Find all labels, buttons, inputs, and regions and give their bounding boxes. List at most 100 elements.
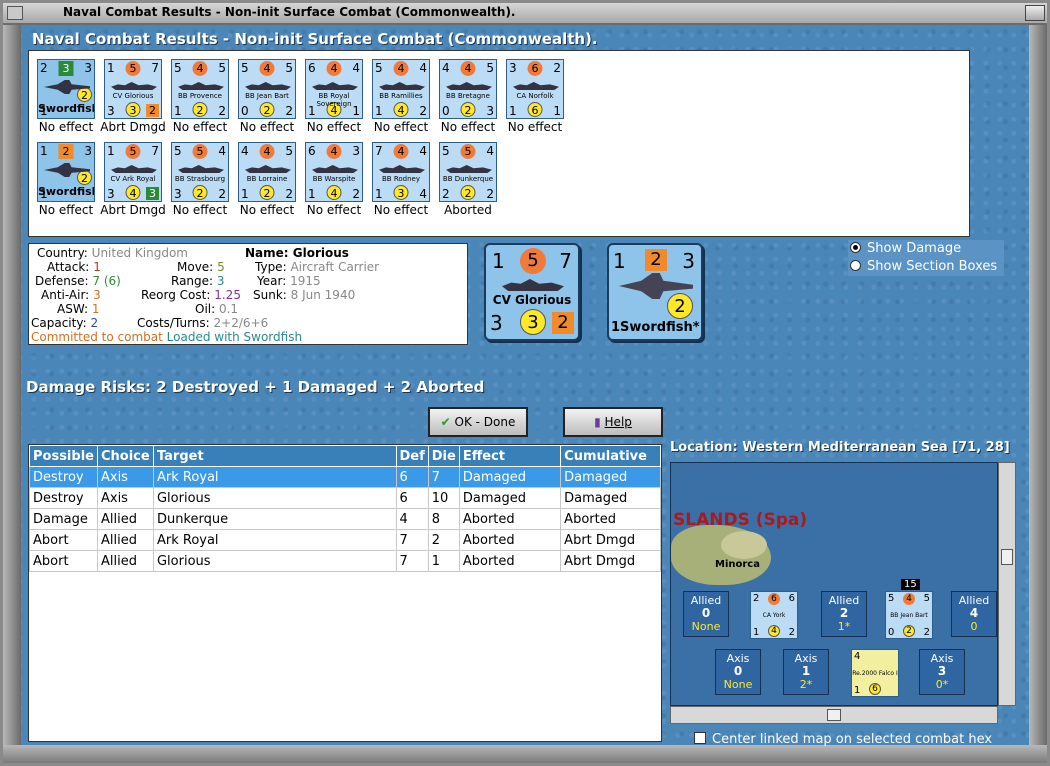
counter-br-value: 2 (285, 104, 293, 118)
scroll-thumb[interactable] (1001, 549, 1013, 565)
column-header[interactable]: Cumulative (560, 445, 661, 467)
show-section-option[interactable]: Show Section Boxes (850, 259, 997, 274)
help-button[interactable]: ▮ Help (563, 407, 663, 437)
table-cell: 6 (395, 487, 429, 509)
ship-unit-counter[interactable]: 4 5 0 4 2 3 BB Bretagne (439, 59, 497, 119)
map-unit-counter[interactable]: 2 6 1 2 6 4 CA York (750, 591, 798, 639)
defense-label: Defense: (35, 274, 89, 288)
map-counter-name: CA York (762, 612, 786, 619)
ship-unit-counter[interactable]: 6 3 1 4 4 2 BB Warspite (305, 142, 363, 202)
title-bar[interactable]: Naval Combat Results - Non-init Surface … (3, 3, 1047, 25)
counter-tl-value: 4 (442, 61, 450, 75)
ship-silhouette-icon (513, 82, 559, 90)
counter-bc-value: 4 (326, 185, 342, 200)
unit-result-label: Aborted (444, 203, 492, 217)
counter-name: CA Norfolk (516, 92, 554, 100)
air-unit-counter[interactable]: 1 3 1 2 2 Swordfish (37, 142, 95, 202)
counter-bc-value: 4 (125, 185, 141, 200)
center-linked-option[interactable]: Center linked map on selected combat hex (694, 732, 992, 747)
type-value: Aircraft Carrier (290, 260, 380, 274)
ship-unit-counter[interactable]: 6 4 1 4 4 1 BB Royal Sovereign (305, 59, 363, 119)
counter-bc-value: 2 (77, 87, 92, 102)
column-header[interactable]: Die (427, 445, 460, 467)
map-stack-box[interactable]: Allied 2 1* (821, 591, 867, 637)
reorg-label: Reorg Cost: (141, 288, 211, 302)
ship-unit-counter[interactable]: 5 4 3 5 2 2 BB Strasbourg (171, 142, 229, 202)
ship-unit-counter[interactable]: 5 4 1 4 4 2 BB Ramillies (372, 59, 430, 119)
selected-ship-counter[interactable]: 1 5 7 CV Glorious 3 3 2 (484, 243, 580, 341)
map-box-val: None (723, 678, 753, 691)
map-horizontal-scrollbar[interactable] (670, 706, 998, 724)
costs-value: 2+2/6+6 (213, 316, 269, 330)
table-row[interactable]: Abort Allied Ark Royal 7 2 Aborted Abrt Dmgd (29, 529, 661, 551)
ship-unit-counter[interactable]: 1 7 3 5 4 3 CV Ark Royal (104, 142, 162, 202)
counter-bl-value: 1 (509, 104, 517, 118)
map-vertical-scrollbar[interactable] (998, 462, 1016, 706)
counter-name: CV Ark Royal (110, 175, 156, 183)
table-row[interactable]: Abort Allied Glorious 7 1 Aborted Abrt Dmgd (29, 550, 661, 572)
counter-tl-value: 2 (40, 61, 48, 75)
column-header[interactable]: Def (395, 445, 429, 467)
map-counter-tc: 4 (903, 593, 915, 605)
counter-bl-value: 2 (442, 187, 450, 201)
checkbox-icon[interactable] (694, 732, 706, 744)
system-menu-icon[interactable] (7, 6, 23, 20)
mini-map[interactable]: SLANDS (Spa) Minorca Allied 0 None Allied 2 1… (670, 462, 998, 706)
table-cell: Aborted (560, 508, 661, 530)
table-cell: Allied (96, 529, 154, 551)
table-row[interactable]: Destroy Axis Glorious 6 10 Damaged Damaged (29, 487, 661, 509)
range-label: Range: (171, 274, 214, 288)
map-stack-box[interactable]: Axis 3 0* (919, 649, 965, 695)
book-icon: ▮ (594, 415, 601, 429)
defense-extra: (6) (103, 274, 121, 288)
counter-br-value: 2 (218, 104, 226, 118)
counter-tr-value: 4 (419, 61, 427, 75)
ship-unit-counter[interactable]: 4 5 1 4 2 2 BB Lorraine (238, 142, 296, 202)
selected-air-counter[interactable]: 1 2 3 2 1Swordfish* (607, 243, 703, 341)
table-cell: Damaged (560, 487, 661, 509)
map-stack-box[interactable]: Axis 0 None (715, 649, 761, 695)
map-counter-bl: 1 (753, 627, 760, 638)
column-header[interactable]: Target (152, 445, 397, 467)
map-counter-br: 2 (788, 627, 795, 638)
radio-selected-icon[interactable] (850, 242, 861, 253)
air-tl-value: 1 (613, 249, 626, 273)
ship-silhouette-icon (446, 165, 492, 173)
counter-tl-value: 5 (442, 144, 450, 158)
close-button[interactable] (1025, 5, 1045, 21)
table-cell: Glorious (152, 487, 397, 509)
show-damage-option[interactable]: Show Damage (850, 241, 961, 256)
counter-tc-value: 4 (259, 144, 275, 159)
column-header[interactable]: Choice (96, 445, 154, 467)
map-unit-counter[interactable]: 4 1 6 Re.2000 Falco I (851, 649, 899, 697)
ship-silhouette-icon (245, 165, 291, 173)
sunk-label: Sunk: (253, 288, 287, 302)
column-header[interactable]: Effect (458, 445, 562, 467)
map-stack-box[interactable]: Axis 1 2* (783, 649, 829, 695)
radio-icon[interactable] (850, 260, 861, 271)
unit-result-label: Abrt Dmgd (100, 120, 166, 134)
table-row[interactable]: Destroy Axis Ark Royal 6 7 Damaged Damaged (29, 466, 661, 488)
ship-unit-counter[interactable]: 7 4 1 4 3 4 BB Rodney (372, 142, 430, 202)
air-unit-counter[interactable]: 2 3 1 3 2 Swordfish (37, 59, 95, 119)
table-row[interactable]: Damage Allied Dunkerque 4 8 Aborted Aborted (29, 508, 661, 530)
oil-label: Oil: (195, 302, 216, 316)
column-header[interactable]: Possible (29, 445, 98, 467)
ship-unit-counter[interactable]: 3 2 1 6 6 1 CA Norfolk (506, 59, 564, 119)
counter-br-value: 3 (146, 187, 159, 200)
table-cell: Damaged (560, 466, 661, 488)
ship-unit-counter[interactable]: 5 4 2 5 2 2 BB Dunkerque (439, 142, 497, 202)
ship-unit-counter[interactable]: 1 7 3 5 3 2 CV Glorious (104, 59, 162, 119)
counter-tl-value: 5 (375, 61, 383, 75)
map-stack-box[interactable]: Allied 4 0 (951, 591, 997, 637)
counter-br-value: 2 (419, 104, 427, 118)
ok-done-button[interactable]: ✔ OK - Done (428, 407, 528, 437)
counter-tl-value: 6 (308, 61, 316, 75)
ship-unit-counter[interactable]: 5 5 1 4 2 2 BB Provence (171, 59, 229, 119)
counter-br-value: 1 (553, 104, 561, 118)
map-stack-box[interactable]: Allied 0 None (683, 591, 729, 637)
ship-unit-counter[interactable]: 5 5 0 4 2 2 BB Jean Bart (238, 59, 296, 119)
map-unit-counter[interactable]: 5 5 0 2 4 2 BB Jean Bart (885, 591, 933, 639)
check-icon: ✔ (440, 415, 451, 429)
scroll-thumb[interactable] (827, 709, 841, 721)
